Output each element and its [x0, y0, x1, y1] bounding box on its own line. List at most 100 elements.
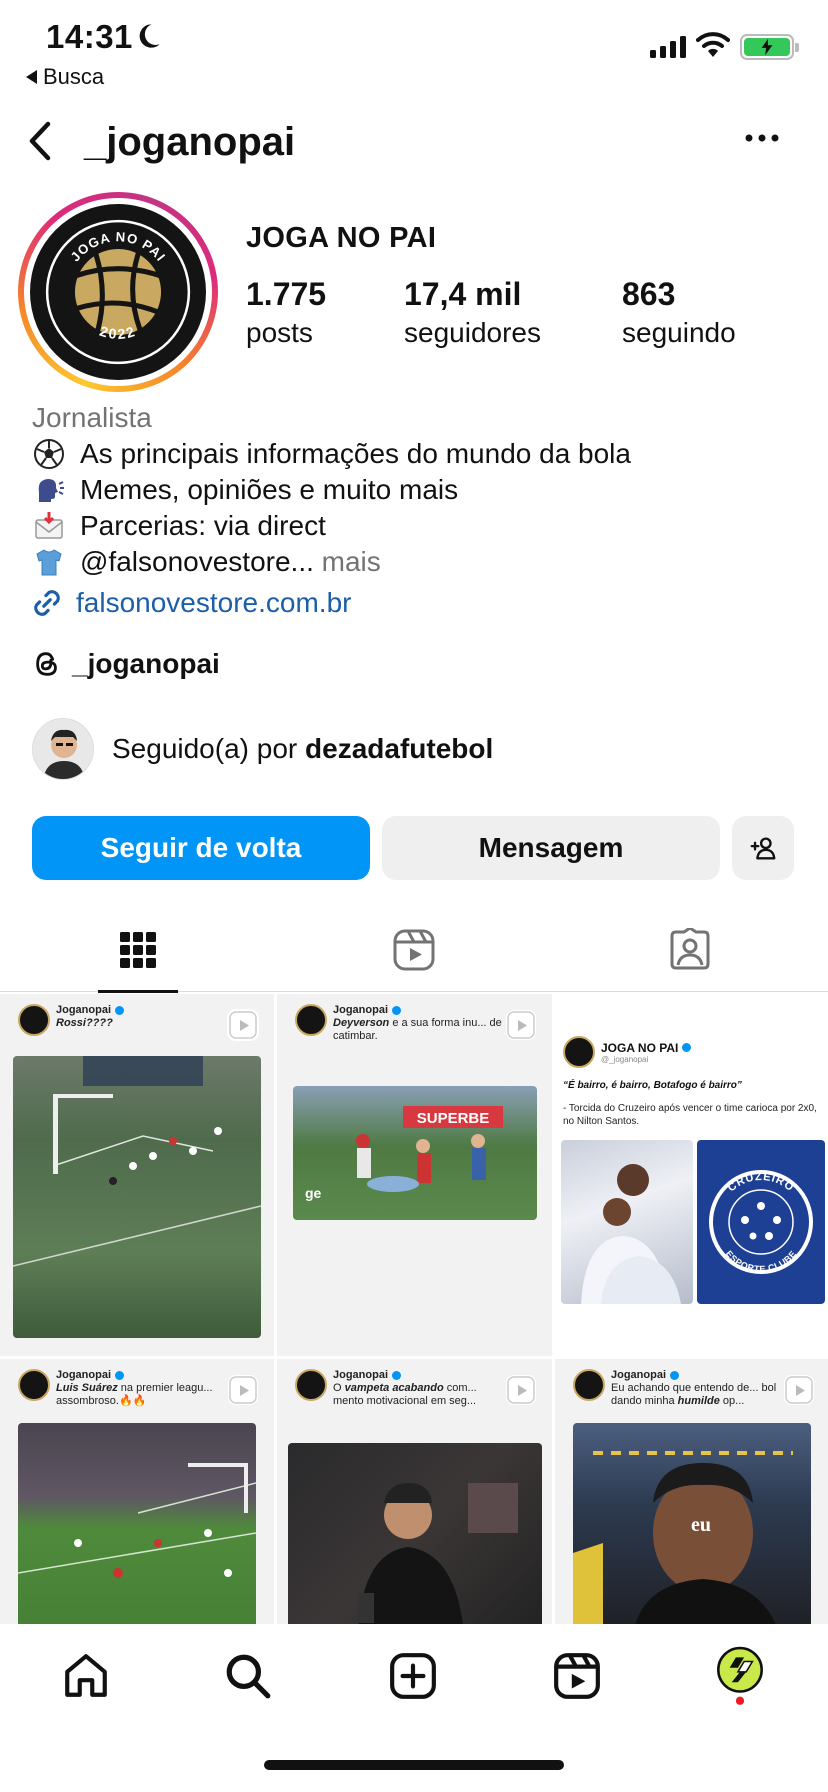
- reel-badge-icon: [227, 1009, 259, 1041]
- bio-line: @falsonovestore... mais: [32, 544, 812, 580]
- story-ring[interactable]: JOGA NO PAI 2022: [18, 192, 218, 392]
- post-tile[interactable]: Joganopai Rossi????: [0, 994, 274, 1356]
- stat-posts[interactable]: 1.775 posts: [246, 276, 326, 349]
- post-tile[interactable]: JOGA NO PAI @_joganopai “É bairro, é bai…: [555, 994, 828, 1356]
- nav-profile[interactable]: [710, 1646, 770, 1706]
- more-horizontal-icon[interactable]: [744, 132, 780, 144]
- shirt-icon: [32, 545, 66, 579]
- post-header: JOGA NO PAI @_joganopai: [563, 1036, 692, 1068]
- post-caption: Deyverson e a sua forma inu... de catimb…: [333, 1017, 502, 1043]
- bio-line: Memes, opiniões e muito mais: [32, 472, 812, 508]
- post-header: Joganopai Deyverson e a sua forma inu...…: [295, 1004, 502, 1043]
- post-tile[interactable]: Joganopai Luis Suárez na premier leagu..…: [0, 1359, 274, 1624]
- profile-avatar-icon: [717, 1646, 763, 1705]
- post-overlay-text: eu: [691, 1514, 711, 1536]
- post-header: Joganopai O vampeta acabando com... ment…: [295, 1369, 502, 1408]
- post-caption: O vampeta acabando com... mento motivaci…: [333, 1382, 502, 1408]
- tab-reels[interactable]: [276, 908, 552, 992]
- post-watermark: ge: [305, 1185, 322, 1201]
- verified-icon: [392, 1371, 402, 1380]
- bio-text: Memes, opiniões e muito mais: [80, 474, 459, 505]
- verified-icon: [392, 1006, 402, 1015]
- display-name: JOGA NO PAI: [246, 222, 437, 254]
- stat-label: posts: [246, 317, 313, 348]
- joga-no-pai-logo: JOGA NO PAI 2022: [41, 215, 195, 369]
- reel-badge-icon: [506, 1375, 536, 1405]
- moon-icon: [139, 24, 160, 48]
- post-account: Joganopai: [611, 1369, 667, 1381]
- reel-badge-icon: [784, 1375, 814, 1405]
- stat-value: 863: [622, 276, 676, 312]
- reels-icon: [554, 1653, 600, 1699]
- followed-by-prefix: Seguido(a) por: [112, 733, 298, 764]
- tab-tagged[interactable]: [552, 908, 828, 992]
- stat-value: 1.775: [246, 276, 327, 312]
- nav-create[interactable]: [383, 1646, 443, 1706]
- followed-by[interactable]: Seguido(a) por dezadafutebol: [32, 718, 493, 780]
- nav-search[interactable]: [218, 1646, 278, 1706]
- post-avatar: [295, 1004, 327, 1036]
- post-media-crest: CRUZEIRO ESPORTE CLUBE: [697, 1140, 825, 1304]
- profile-category: Jornalista: [32, 402, 152, 433]
- threads-handle: _joganopai: [72, 648, 220, 679]
- verified-icon: [115, 1006, 125, 1015]
- post-account: Joganopai: [333, 1004, 389, 1016]
- stat-label: seguidores: [404, 317, 541, 348]
- post-media: eu: [573, 1423, 811, 1624]
- chevron-left-icon[interactable]: [22, 118, 58, 164]
- profile-header: _joganopai: [0, 110, 828, 172]
- external-link[interactable]: falsonovestore.com.br: [30, 586, 351, 620]
- message-button[interactable]: Mensagem: [382, 816, 720, 880]
- post-avatar: [18, 1004, 50, 1036]
- link-text: falsonovestore.com.br: [76, 587, 352, 618]
- follow-back-button[interactable]: Seguir de volta: [32, 816, 370, 880]
- verified-icon: [115, 1371, 125, 1380]
- post-handle: @_joganopai: [601, 1054, 649, 1064]
- active-tab-indicator: [98, 990, 178, 993]
- verified-icon: [682, 1043, 692, 1052]
- cellular-signal-icon: [650, 34, 686, 58]
- post-avatar: [573, 1369, 605, 1401]
- suggest-people-button[interactable]: [732, 816, 794, 880]
- post-caption: - Torcida do Cruzeiro após vencer o time…: [563, 1103, 817, 1127]
- post-caption-pre: O: [333, 1382, 345, 1394]
- post-account: Joganopai: [56, 1369, 112, 1381]
- bio-line: As principais informações do mundo da bo…: [32, 436, 812, 472]
- tagged-icon: [670, 928, 710, 970]
- threads-icon: [36, 652, 57, 676]
- threads-badge[interactable]: _joganopai: [32, 648, 220, 680]
- post-account: Joganopai: [333, 1369, 389, 1381]
- post-media: SUPERBE ge: [293, 1086, 537, 1220]
- tab-posts-grid[interactable]: [0, 908, 276, 993]
- stat-followers[interactable]: 17,4 mil seguidores: [404, 276, 541, 349]
- post-caption: Luis Suárez na premier leagu... assombro…: [56, 1382, 224, 1408]
- post-tile[interactable]: Joganopai O vampeta acabando com... ment…: [277, 1359, 552, 1624]
- add-person-icon: [750, 837, 776, 860]
- nav-reels[interactable]: [547, 1646, 607, 1706]
- stat-following[interactable]: 863 seguindo: [622, 276, 736, 349]
- post-header: Joganopai Luis Suárez na premier leagu..…: [18, 1369, 224, 1408]
- post-account: JOGA NO PAI: [601, 1040, 679, 1055]
- bio-text: Parcerias: via direct: [80, 510, 326, 541]
- back-to-app-link[interactable]: Busca: [26, 64, 104, 90]
- profile-username: _joganopai: [84, 120, 296, 164]
- status-bar: 14:31 Busca: [0, 0, 828, 100]
- profile-avatar: JOGA NO PAI 2022: [30, 204, 206, 380]
- post-caption-bold: humilde: [677, 1395, 720, 1407]
- bottom-nav: [0, 1624, 828, 1744]
- post-caption-bold: Luis Suárez: [56, 1382, 118, 1394]
- post-tile[interactable]: Joganopai Eu achando que entendo de... b…: [555, 1359, 828, 1624]
- post-quote: “É bairro, é bairro, Botafogo é bairro”: [563, 1080, 742, 1091]
- status-time: 14:31: [46, 18, 133, 55]
- search-icon: [226, 1654, 271, 1699]
- home-icon: [65, 1654, 107, 1697]
- soccer-ball-icon: [32, 437, 66, 471]
- stat-value: 17,4 mil: [404, 276, 522, 312]
- bio-more-link[interactable]: mais: [322, 546, 381, 577]
- post-caption: Eu achando que entendo de... bol dando m…: [611, 1382, 780, 1408]
- bio-text: As principais informações do mundo da bo…: [80, 438, 631, 469]
- post-media: [18, 1423, 256, 1624]
- create-post-icon: [390, 1653, 436, 1699]
- post-tile[interactable]: Joganopai Deyverson e a sua forma inu...…: [277, 994, 552, 1356]
- nav-home[interactable]: [56, 1646, 116, 1706]
